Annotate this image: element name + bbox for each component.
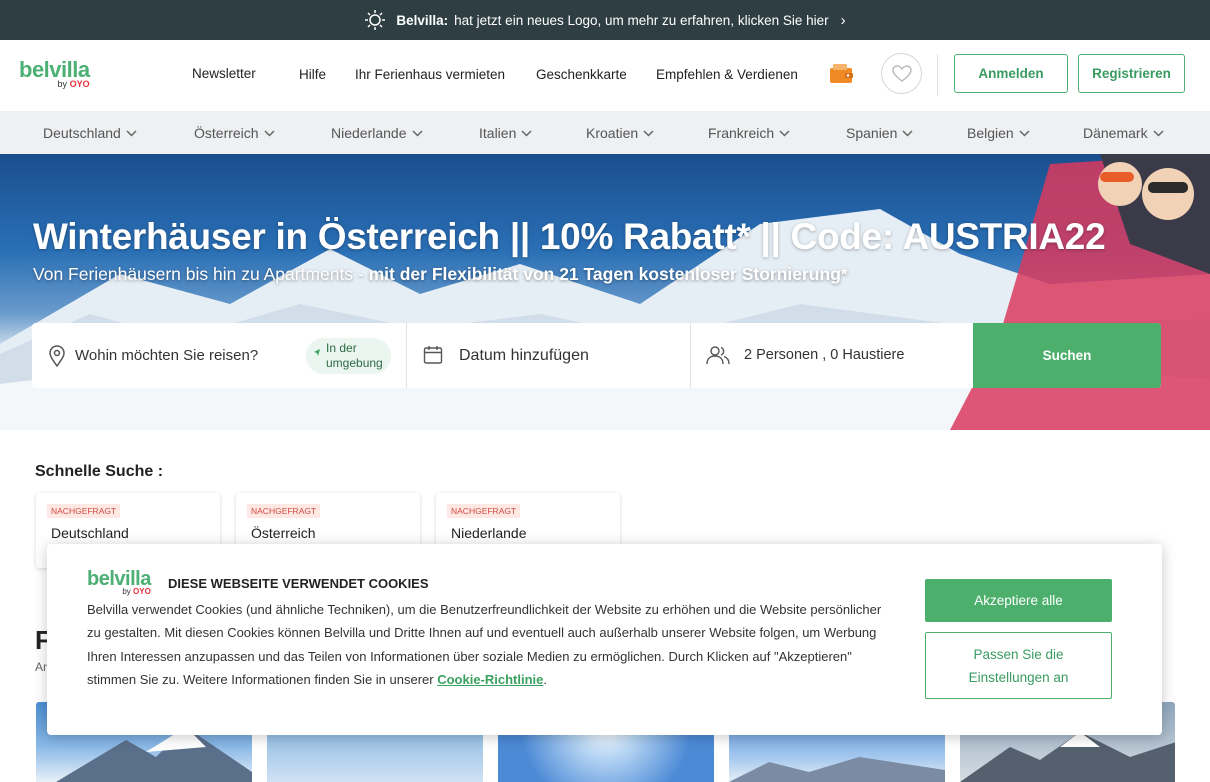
destination-placeholder: Wohin möchten Sie reisen? (75, 347, 259, 364)
chevron-down-icon (643, 129, 654, 137)
country-nav: Deutschland Österreich Niederlande Itali… (0, 111, 1210, 154)
guests-field[interactable]: 2 Personen , 0 Haustiere (692, 323, 973, 388)
quick-search-title: Schnelle Suche : (35, 463, 164, 480)
country-belgien[interactable]: Belgien (967, 125, 1030, 141)
chevron-down-icon (1019, 129, 1030, 137)
cookie-policy-link[interactable]: Cookie-Richtlinie (437, 672, 543, 687)
date-placeholder: Datum hinzufügen (459, 347, 589, 364)
popular-badge: NACHGEFRAGT (447, 504, 521, 518)
register-button[interactable]: Registrieren (1078, 54, 1185, 93)
announcement-bar[interactable]: Belvilla: hat jetzt ein neues Logo, um m… (0, 0, 1210, 40)
destination-field[interactable]: Wohin möchten Sie reisen? In der umgebun… (32, 323, 407, 388)
nearby-line1: In der (326, 341, 357, 355)
quick-search-name: Deutschland (51, 525, 129, 541)
country-frankreich[interactable]: Frankreich (708, 125, 790, 141)
accept-all-button[interactable]: Akzeptiere alle (925, 579, 1112, 622)
chevron-down-icon (521, 129, 532, 137)
chevron-down-icon (779, 129, 790, 137)
navigation-arrow-icon (314, 349, 320, 356)
nav-newsletter[interactable]: Newsletter (192, 66, 256, 81)
country-italien[interactable]: Italien (479, 125, 532, 141)
search-button[interactable]: Suchen (973, 323, 1161, 388)
nearby-line2: umgebung (326, 356, 383, 370)
people-icon (706, 346, 730, 365)
date-field[interactable]: Datum hinzufügen (408, 323, 691, 388)
country-daenemark[interactable]: Dänemark (1083, 125, 1164, 141)
hero-background-image (0, 154, 1210, 430)
chevron-down-icon (411, 129, 423, 137)
section-subtitle-partial: Ar (35, 660, 47, 674)
country-kroatien[interactable]: Kroatien (586, 125, 654, 141)
nav-rent-out[interactable]: Ihr Ferienhaus vermieten (355, 67, 505, 82)
chevron-right-icon: › (840, 11, 846, 29)
chevron-down-icon (126, 129, 137, 137)
header-divider (937, 54, 938, 96)
chevron-down-icon (902, 129, 913, 137)
hero-subtitle: Von Ferienhäusern bis hin zu Apartments … (33, 264, 848, 284)
cookie-banner: belvilla by OYO DIESE WEBSEITE VERWENDET… (47, 544, 1162, 735)
cookie-logo: belvilla by OYO (87, 569, 151, 596)
country-oesterreich[interactable]: Österreich (194, 125, 275, 141)
chevron-down-icon (264, 129, 275, 137)
country-niederlande[interactable]: Niederlande (331, 125, 423, 141)
logo-word: belvilla (19, 57, 90, 82)
popular-badge: NACHGEFRAGT (247, 504, 321, 518)
quick-search-name: Österreich (251, 525, 316, 541)
wallet-icon[interactable] (829, 63, 855, 85)
sun-icon (365, 10, 386, 30)
search-bar: Wohin möchten Sie reisen? In der umgebun… (32, 323, 1161, 388)
country-spanien[interactable]: Spanien (846, 125, 913, 141)
hero-title: Winterhäuser in Österreich || 10% Rabatt… (33, 216, 1106, 257)
popular-badge: NACHGEFRAGT (47, 504, 121, 518)
announcement-text: hat jetzt ein neues Logo, um mehr zu erf… (454, 12, 829, 28)
calendar-icon (423, 346, 443, 364)
nav-help[interactable]: Hilfe (299, 67, 326, 82)
customize-settings-button[interactable]: Passen Sie die Einstellungen an (925, 632, 1112, 699)
nav-gift-card[interactable]: Geschenkkarte (536, 67, 627, 82)
guests-value: 2 Personen , 0 Haustiere (744, 347, 905, 363)
login-button[interactable]: Anmelden (954, 54, 1068, 93)
cookie-text: Belvilla verwendet Cookies (und ähnliche… (87, 602, 882, 687)
logo-word: belvilla (87, 568, 151, 590)
announcement-brand: Belvilla: (396, 12, 449, 28)
belvilla-logo[interactable]: belvilla by OYO (19, 57, 90, 90)
nav-refer-earn[interactable]: Empfehlen & Verdienen (656, 67, 798, 82)
heart-icon (891, 64, 912, 82)
cookie-title: DIESE WEBSEITE VERWENDET COOKIES (168, 576, 429, 591)
quick-search-name: Niederlande (451, 525, 527, 541)
country-deutschland[interactable]: Deutschland (43, 125, 137, 141)
favorites-button[interactable] (881, 53, 922, 94)
hero-banner: Winterhäuser in Österreich || 10% Rabatt… (0, 154, 1210, 430)
chevron-down-icon (1153, 129, 1164, 137)
site-header: belvilla by OYO Newsletter Hilfe Ihr Fer… (0, 40, 1210, 111)
location-pin-icon (49, 345, 65, 367)
nearby-button[interactable]: In der umgebung (306, 338, 391, 374)
